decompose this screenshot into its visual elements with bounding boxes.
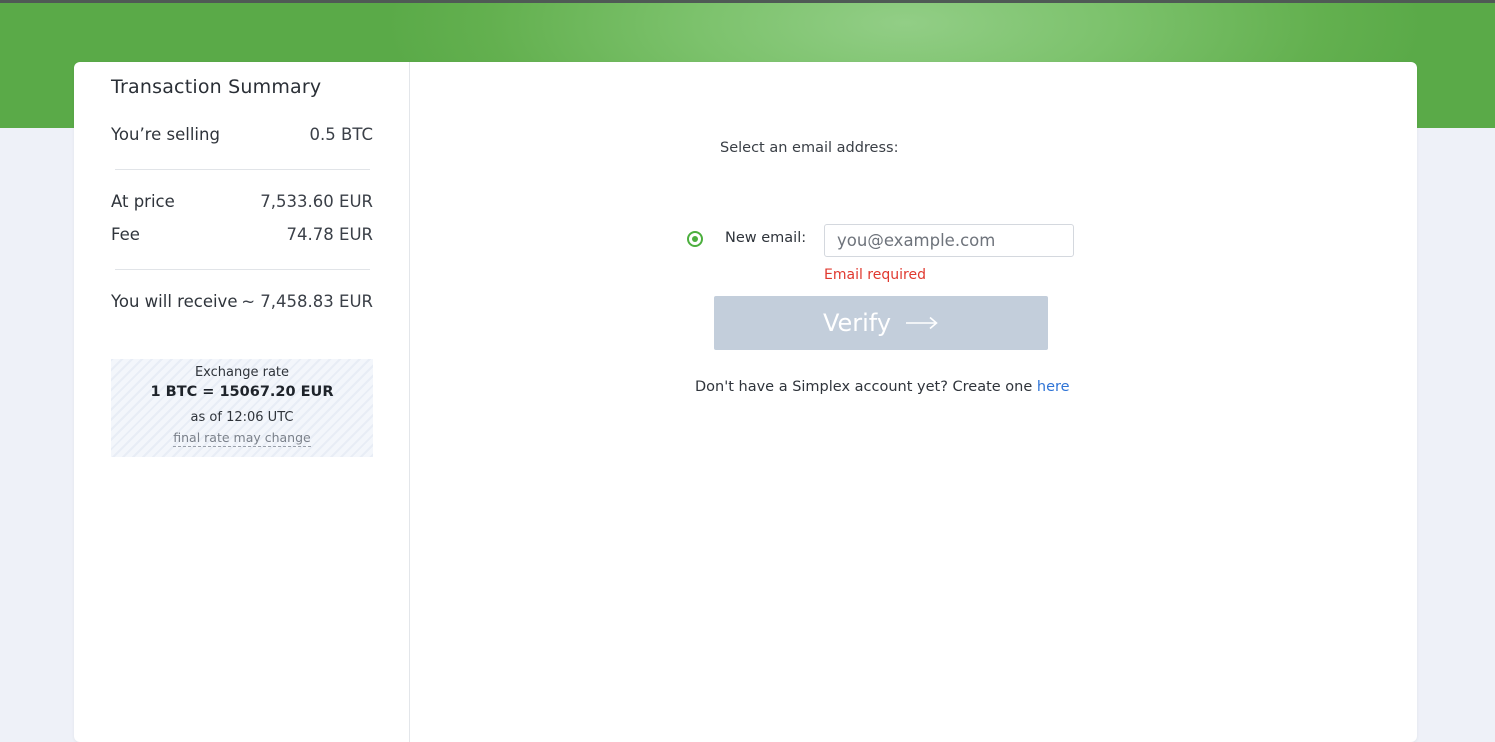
rate-change-note-text[interactable]: final rate may change (173, 430, 311, 447)
price-value: 7,533.60 EUR (260, 192, 373, 211)
fee-label: Fee (111, 225, 140, 244)
verify-button[interactable]: Verify (714, 296, 1048, 350)
checkout-card: Transaction Summary You’re selling 0.5 B… (74, 62, 1417, 742)
fee-value: 74.78 EUR (286, 225, 373, 244)
price-row: At price 7,533.60 EUR (111, 192, 373, 211)
email-form-panel: Select an email address: New email: Emai… (410, 62, 1417, 742)
receive-row: You will receive ~ 7,458.83 EUR (111, 292, 373, 311)
receive-value: ~ 7,458.83 EUR (241, 292, 373, 311)
divider (115, 269, 370, 270)
verify-button-label: Verify (822, 309, 892, 337)
divider (115, 169, 370, 170)
selling-row: You’re selling 0.5 BTC (111, 125, 373, 144)
fee-row: Fee 74.78 EUR (111, 225, 373, 244)
create-account-prompt: Don't have a Simplex account yet? Create… (695, 379, 1070, 395)
rate-change-note[interactable]: final rate may change (111, 430, 373, 447)
create-account-text: Don't have a Simplex account yet? Create… (695, 379, 1033, 395)
exchange-rate-box: Exchange rate 1 BTC = 15067.20 EUR as of… (111, 359, 373, 457)
price-label: At price (111, 192, 175, 211)
select-email-label: Select an email address: (720, 140, 899, 156)
exchange-rate-value: 1 BTC = 15067.20 EUR (150, 384, 334, 400)
new-email-radio[interactable] (687, 231, 703, 247)
transaction-summary-panel: Transaction Summary You’re selling 0.5 B… (74, 62, 410, 742)
create-account-link[interactable]: here (1037, 379, 1070, 395)
summary-title: Transaction Summary (111, 76, 322, 98)
receive-label: You will receive (111, 292, 238, 311)
selling-label: You’re selling (111, 125, 220, 144)
new-email-label: New email: (725, 230, 807, 246)
arrow-right-icon (906, 316, 938, 330)
exchange-rate-time: as of 12:06 UTC (190, 410, 294, 425)
exchange-rate-label: Exchange rate (194, 365, 290, 380)
email-input[interactable] (824, 224, 1074, 257)
selling-value: 0.5 BTC (309, 125, 373, 144)
email-error-message: Email required (824, 267, 926, 283)
